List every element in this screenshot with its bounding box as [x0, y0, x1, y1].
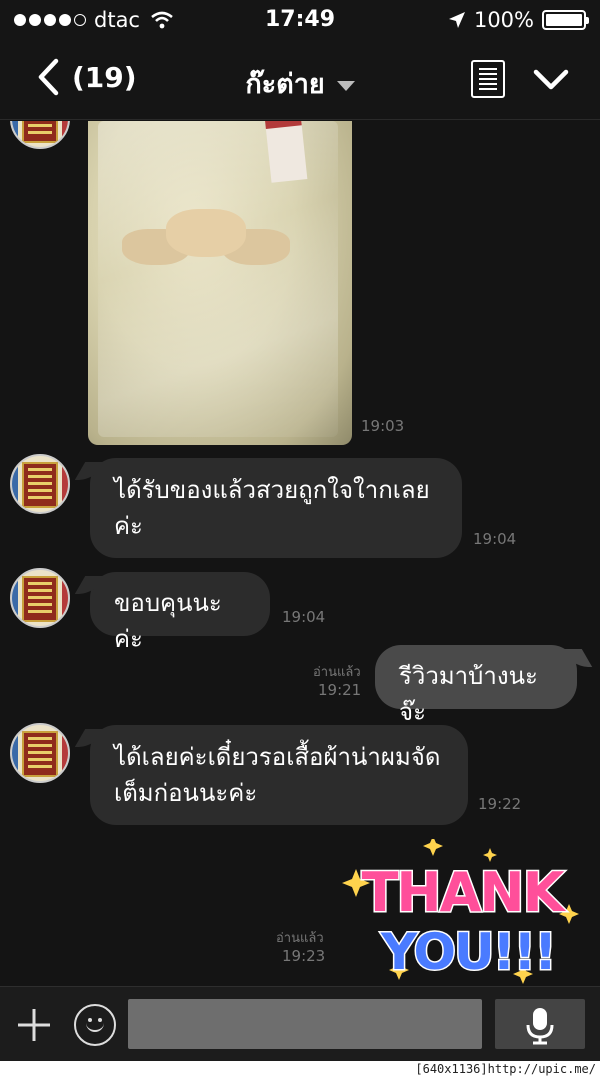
message-line: เต็มก่อนนะค่ะ — [114, 779, 258, 807]
notes-button[interactable] — [471, 60, 505, 98]
chat-header: (19) ก๊ะต่าย — [0, 40, 600, 120]
thank-you-sticker[interactable]: THANK YOU!!! — [340, 839, 580, 986]
message-time: 19:04 — [282, 608, 326, 626]
message-line: ขอบคุนนะค่ะ — [114, 589, 222, 653]
message-time: 19:03 — [361, 417, 405, 435]
watermark-bar: [640x1136]http://upic.me/ — [0, 1061, 600, 1079]
contact-avatar[interactable] — [10, 121, 70, 149]
contact-avatar[interactable] — [10, 723, 70, 783]
chat-title: ก๊ะต่าย — [245, 69, 325, 100]
emoji-icon[interactable] — [74, 1004, 116, 1046]
chat-title-dropdown[interactable]: ก๊ะต่าย — [0, 62, 600, 105]
battery-percent: 100% — [473, 8, 534, 32]
message-bubble[interactable]: รีวิวมาบ้างนะจ๊ะ — [375, 645, 577, 726]
message-time: 19:23 — [282, 947, 326, 965]
message-bubble[interactable]: ขอบคุนนะค่ะ — [90, 572, 270, 653]
message-bubble[interactable]: ได้เลยค่ะเดี๋ยวรอเสื้อผ้าน่าผมจัด เต็มก่… — [90, 725, 468, 825]
message-line: ได้เลยค่ะเดี๋ยวรอเสื้อผ้าน่าผมจัด — [114, 743, 441, 771]
caret-down-icon — [336, 80, 355, 91]
contact-avatar[interactable] — [10, 568, 70, 628]
message-line: รีวิวมาบ้างนะจ๊ะ — [399, 662, 538, 726]
message-time: 19:04 — [473, 530, 517, 548]
message-line: ค่ะ — [114, 512, 143, 540]
status-right: 100% — [448, 8, 589, 32]
message-input[interactable] — [128, 999, 482, 1049]
battery-icon — [542, 10, 589, 30]
message-line: ได้รับของแล้วสวยถูกใจใากเลย — [114, 476, 430, 504]
location-arrow-icon — [448, 12, 465, 28]
voice-message-button[interactable] — [495, 999, 585, 1049]
read-receipt: อ่านแล้ว — [313, 665, 361, 680]
plus-icon[interactable] — [16, 1007, 52, 1043]
message-time: 19:21 — [318, 681, 362, 699]
status-bar: dtac 17:49 100% — [0, 0, 600, 40]
chevron-down-button[interactable] — [533, 62, 569, 98]
message-list[interactable]: 19:03 ได้รับของแล้วสวยถูกใจใากเลย ค่ะ 19… — [0, 121, 600, 986]
watermark-text: [640x1136]http://upic.me/ — [415, 1062, 596, 1076]
microphone-icon — [526, 1008, 554, 1045]
message-bubble[interactable]: ได้รับของแล้วสวยถูกใจใากเลย ค่ะ — [90, 458, 462, 558]
sticker-text-line-2: YOU!!! — [380, 923, 555, 981]
message-time: 19:22 — [478, 795, 522, 813]
read-receipt: อ่านแล้ว — [276, 931, 324, 946]
compose-bar — [0, 986, 600, 1061]
photo-message[interactable] — [88, 121, 352, 445]
contact-avatar[interactable] — [10, 454, 70, 514]
sticker-text-line-1: THANK — [362, 861, 567, 924]
